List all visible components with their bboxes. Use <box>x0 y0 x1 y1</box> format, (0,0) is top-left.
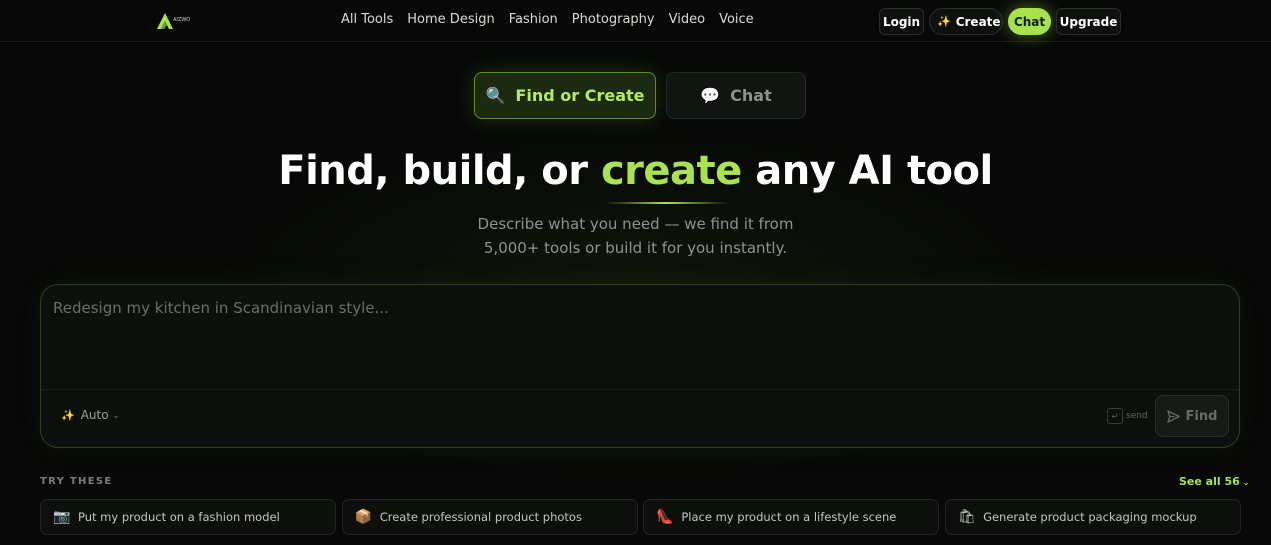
mode-chat[interactable]: 💬 Chat <box>666 72 806 119</box>
chat-button[interactable]: Chat <box>1008 8 1051 35</box>
top-nav: AIZWO All Tools Home Design Fashion Phot… <box>0 0 1271 42</box>
subtitle-line-2: 5,000+ tools or build it for you instant… <box>483 239 788 257</box>
mode-selector-label: Auto <box>80 408 109 422</box>
send-hint: ↵ send <box>1107 408 1148 424</box>
nav-link-home-design[interactable]: Home Design <box>407 12 494 27</box>
nav-link-all-tools[interactable]: All Tools <box>341 12 393 27</box>
prompt-input[interactable] <box>53 299 1223 379</box>
suggestion-text: Create professional product photos <box>379 510 582 524</box>
card-divider <box>41 389 1239 390</box>
suggestions-label: TRY THESE <box>40 476 113 487</box>
svg-text:AIZWO: AIZWO <box>173 17 190 23</box>
page-title: Find, build, or create any AI tool <box>0 148 1271 194</box>
suggestion-text: Place my product on a lifestyle scene <box>681 510 897 524</box>
camera-icon: 📷 <box>53 509 71 525</box>
mode-find-label: Find or Create <box>515 86 645 105</box>
title-post: any AI tool <box>755 148 993 194</box>
create-button-label: Create <box>955 14 1001 29</box>
chevron-down-icon: ⌄ <box>1242 478 1250 487</box>
suggestion-text: Put my product on a fashion model <box>78 510 280 524</box>
prompt-card: ✨ Auto ⌄ ↵ send Find <box>40 284 1240 448</box>
see-all-link[interactable]: See all 56 ⌄ <box>1179 475 1249 488</box>
nav-link-voice[interactable]: Voice <box>719 12 754 27</box>
shopping-bags-icon: 🛍 <box>958 509 976 525</box>
nav-links: All Tools Home Design Fashion Photograph… <box>341 12 768 27</box>
suggestion-chip[interactable]: 🛍 Generate product packaging mockup <box>945 499 1242 535</box>
login-button[interactable]: Login <box>879 8 924 35</box>
nav-link-video[interactable]: Video <box>669 12 705 27</box>
accent-underline <box>605 202 728 204</box>
nav-link-fashion[interactable]: Fashion <box>509 12 558 27</box>
create-button[interactable]: ✨ Create <box>929 8 1003 35</box>
suggestion-chip[interactable]: 📦 Create professional product photos <box>341 499 638 535</box>
mode-chat-label: Chat <box>730 86 772 105</box>
sparkle-icon: ✨ <box>61 408 75 422</box>
find-button[interactable]: Find <box>1155 395 1229 437</box>
nav-link-photography[interactable]: Photography <box>572 12 655 27</box>
find-button-label: Find <box>1185 408 1218 424</box>
magnifier-icon: 🔍 <box>485 86 506 105</box>
send-icon <box>1166 409 1180 423</box>
chevron-down-icon: ⌄ <box>112 410 120 420</box>
high-heel-icon: 👠 <box>656 509 674 525</box>
suggestion-chip[interactable]: 📷 Put my product on a fashion model <box>40 499 336 535</box>
subtitle-line-1: Describe what you need — we find it from <box>477 215 794 233</box>
suggestion-text: Generate product packaging mockup <box>983 510 1197 524</box>
enter-key-icon: ↵ <box>1107 408 1123 424</box>
send-hint-label: send <box>1126 411 1148 421</box>
mode-find-or-create[interactable]: 🔍 Find or Create <box>474 72 656 119</box>
title-pre: Find, build, or <box>278 148 588 194</box>
title-accent: create <box>600 148 742 194</box>
speech-bubble-icon: 💬 <box>700 86 721 105</box>
see-all-label: See all 56 <box>1179 475 1240 488</box>
upgrade-button[interactable]: Upgrade <box>1056 8 1121 35</box>
sparkle-icon: ✨ <box>937 15 951 28</box>
page-subtitle: Describe what you need — we find it from… <box>0 212 1271 260</box>
suggestion-list: 📷 Put my product on a fashion model 📦 Cr… <box>40 499 1247 535</box>
nav-actions: Login ✨ Create Chat Upgrade <box>879 8 1126 35</box>
suggestion-chip[interactable]: 👠 Place my product on a lifestyle scene <box>643 499 940 535</box>
logo-icon[interactable]: AIZWO <box>156 11 196 31</box>
package-icon: 📦 <box>354 509 373 525</box>
mode-selector[interactable]: ✨ Auto ⌄ <box>61 408 119 422</box>
